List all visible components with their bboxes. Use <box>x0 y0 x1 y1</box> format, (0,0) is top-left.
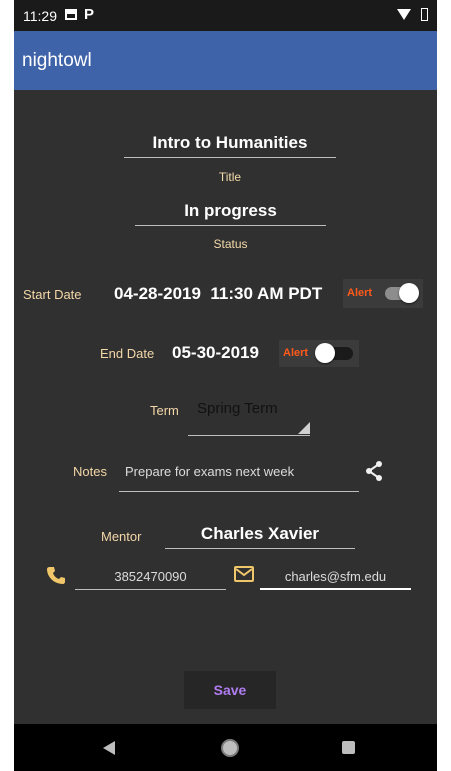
parking-icon: P <box>84 6 95 23</box>
share-icon[interactable] <box>364 460 384 482</box>
mentor-value: Charles Xavier <box>200 524 320 543</box>
start-alert-label: Alert <box>347 287 373 299</box>
status-bar: 11:29 P <box>14 0 437 31</box>
app-title: nightowl <box>22 50 92 71</box>
mentor-underline <box>165 548 355 549</box>
image-icon <box>65 9 77 20</box>
start-date-value[interactable]: 04-28-2019 11:30 AM PDT <box>114 284 322 304</box>
start-alert-thumb <box>399 283 419 303</box>
phone-icon[interactable] <box>47 566 65 584</box>
title-hint: Title <box>218 170 242 184</box>
status-hint: Status <box>213 237 248 251</box>
status-field[interactable]: In progress <box>135 201 326 221</box>
term-value: Spring Term <box>197 400 278 417</box>
app-screen: 11:29 P nightowl Intro to Humanities Tit… <box>14 0 437 771</box>
course-title-underline <box>124 157 336 158</box>
start-alert-toggle[interactable]: Alert <box>343 279 423 308</box>
mentor-field[interactable]: Charles Xavier <box>165 521 355 549</box>
battery-icon <box>421 8 428 21</box>
start-date-label: Start Date <box>23 287 82 302</box>
end-alert-toggle[interactable]: Alert <box>279 340 359 367</box>
notes-underline <box>119 491 359 492</box>
email-underline <box>260 588 411 590</box>
wifi-icon <box>397 9 411 20</box>
term-label: Term <box>150 403 179 418</box>
email-icon[interactable] <box>234 566 254 582</box>
phone-field[interactable]: 3852470090 <box>75 566 226 590</box>
status-time: 11:29 <box>23 8 57 24</box>
phone-value: 3852470090 <box>114 569 187 584</box>
dropdown-arrow-icon <box>298 422 310 434</box>
end-date-label: End Date <box>100 346 155 361</box>
recent-apps-icon[interactable] <box>342 741 355 754</box>
term-dropdown[interactable]: Spring Term <box>188 396 310 436</box>
end-alert-label: Alert <box>283 347 309 359</box>
navigation-bar <box>14 724 437 771</box>
notes-label: Notes <box>73 464 107 479</box>
app-bar: nightowl <box>14 31 437 90</box>
mentor-label: Mentor <box>101 529 142 544</box>
back-icon[interactable] <box>103 741 115 755</box>
notes-field[interactable]: Prepare for exams next week <box>119 458 359 492</box>
notes-value: Prepare for exams next week <box>125 464 295 479</box>
status-underline <box>135 225 326 226</box>
end-date-value[interactable]: 05-30-2019 <box>172 343 259 363</box>
course-title-field[interactable]: Intro to Humanities <box>124 133 336 153</box>
email-field[interactable]: charles@sfm.edu <box>260 566 411 590</box>
save-button[interactable]: Save <box>184 671 276 709</box>
phone-underline <box>75 589 226 590</box>
end-alert-thumb <box>315 343 335 363</box>
email-value: charles@sfm.edu <box>284 569 387 584</box>
term-underline <box>188 435 310 436</box>
home-icon[interactable] <box>221 739 239 757</box>
